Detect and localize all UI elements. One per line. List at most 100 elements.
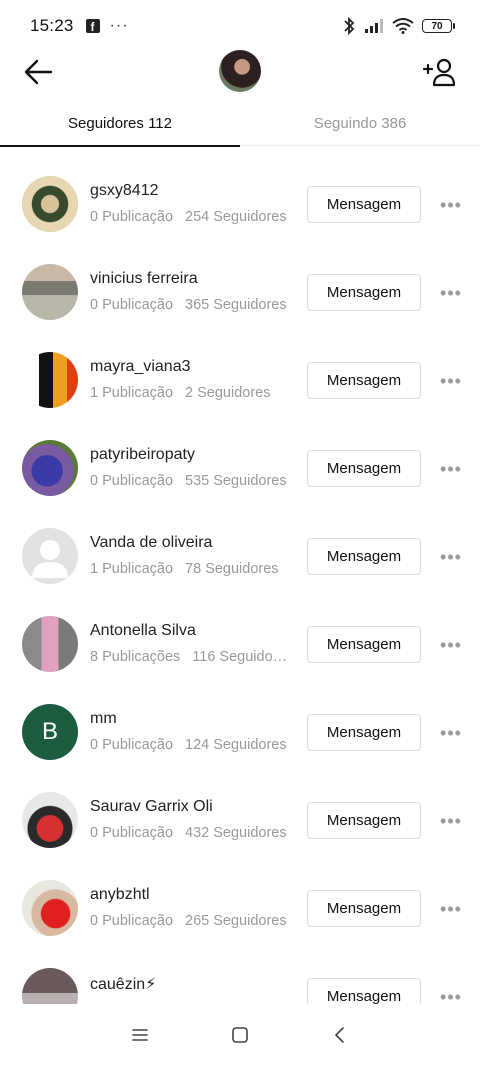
message-button[interactable]: Mensagem <box>307 890 421 927</box>
more-options-icon[interactable]: ••• <box>436 366 466 396</box>
post-count: 0 Publicação <box>90 825 174 841</box>
user-stats: 1 Publicação 2 Seguidores <box>90 385 290 401</box>
avatar[interactable] <box>22 616 78 672</box>
message-button[interactable]: Mensagem <box>307 626 421 663</box>
user-name[interactable]: Antonella Silva <box>90 622 196 640</box>
avatar[interactable] <box>22 792 78 848</box>
more-options-icon[interactable]: ••• <box>436 542 466 572</box>
follower-count: 2 Seguidores <box>185 385 271 401</box>
list-item[interactable]: patyribeiropaty 0 Publicação 535 Seguidor… <box>0 424 480 512</box>
message-button[interactable]: Mensagem <box>307 802 421 839</box>
message-button[interactable]: Mensagem <box>307 714 421 751</box>
user-name[interactable]: mayra_viana3 <box>90 358 191 376</box>
user-name[interactable]: mm <box>90 710 117 728</box>
arrow-left-icon <box>24 59 53 85</box>
more-notifications-icon: ··· <box>109 17 129 34</box>
more-options-icon[interactable]: ••• <box>436 190 466 220</box>
wifi-icon <box>392 18 414 34</box>
tabs: Seguidores 112 Seguindo 386 <box>0 100 480 147</box>
user-stats: 0 Publicação 265 Seguidores <box>90 913 290 929</box>
avatar[interactable] <box>22 352 78 408</box>
system-back-button[interactable] <box>318 1013 362 1057</box>
home-button[interactable] <box>218 1013 262 1057</box>
followers-list[interactable]: gsxy8412 0 Publicação 254 Seguidores Mens… <box>0 160 480 1004</box>
tab-followers[interactable]: Seguidores 112 <box>0 100 240 147</box>
follower-count: 254 Seguidores <box>185 209 287 225</box>
profile-avatar[interactable] <box>219 50 261 92</box>
header <box>0 44 480 100</box>
follower-count: 116 Seguidores <box>192 649 290 665</box>
list-item[interactable]: anybzhtl 0 Publicação 265 Seguidores Mens… <box>0 864 480 952</box>
list-item[interactable]: gsxy8412 0 Publicação 254 Seguidores Mens… <box>0 160 480 248</box>
follower-count: 365 Seguidores <box>185 297 287 313</box>
post-count: 0 Publicação <box>90 209 174 225</box>
post-count: 0 Publicação <box>90 473 174 489</box>
follower-count: 432 Seguidores <box>185 825 287 841</box>
more-options-icon[interactable]: ••• <box>436 894 466 924</box>
follower-count: 78 Seguidores <box>185 561 279 577</box>
recent-apps-button[interactable] <box>118 1013 162 1057</box>
user-name[interactable]: gsxy8412 <box>90 182 159 200</box>
status-icons: 70 <box>342 16 455 36</box>
user-stats: 0 Publicação 432 Seguidores <box>90 825 290 841</box>
list-item[interactable]: Saurav Garrix Oli 0 Publicação 432 Seguid… <box>0 776 480 864</box>
user-name[interactable]: patyribeiropaty <box>90 446 195 464</box>
avatar[interactable] <box>22 264 78 320</box>
user-name[interactable]: vinicius ferreira <box>90 270 198 288</box>
post-count: 0 Publicação <box>90 737 174 753</box>
list-item[interactable]: B mm 0 Publicação 124 Seguidores Mensagem… <box>0 688 480 776</box>
user-name[interactable]: cauêzin⚡ <box>90 974 156 994</box>
more-options-icon[interactable]: ••• <box>436 454 466 484</box>
message-button[interactable]: Mensagem <box>307 274 421 311</box>
menu-icon <box>132 1029 148 1041</box>
avatar[interactable] <box>22 880 78 936</box>
user-name[interactable]: Vanda de oliveira <box>90 534 212 552</box>
user-stats: 0 Publicação 124 Seguidores <box>90 737 290 753</box>
follower-count: 265 Seguidores <box>185 913 287 929</box>
battery-icon: 70 <box>422 19 455 33</box>
avatar[interactable] <box>22 968 78 1004</box>
more-options-icon[interactable]: ••• <box>436 718 466 748</box>
tab-following[interactable]: Seguindo 386 <box>240 100 480 146</box>
user-stats: 0 Publicação 254 Seguidores <box>90 209 290 225</box>
add-user-button[interactable] <box>420 52 460 92</box>
user-name[interactable]: Saurav Garrix Oli <box>90 798 213 816</box>
avatar[interactable] <box>22 176 78 232</box>
message-button[interactable]: Mensagem <box>307 362 421 399</box>
user-name[interactable]: anybzhtl <box>90 886 150 904</box>
message-button[interactable]: Mensagem <box>307 538 421 575</box>
user-stats: 0 Publicação 365 Seguidores <box>90 297 290 313</box>
post-count: 0 Publicação <box>90 297 174 313</box>
follower-count: 535 Seguidores <box>185 473 287 489</box>
back-button[interactable] <box>18 52 58 92</box>
system-nav-bar <box>0 1004 480 1066</box>
post-count: 8 Publicações <box>90 649 181 665</box>
more-options-icon[interactable]: ••• <box>436 806 466 836</box>
more-options-icon[interactable]: ••• <box>436 630 466 660</box>
list-item[interactable]: cauêzin⚡ Mensagem ••• <box>0 952 480 1004</box>
list-item[interactable]: Antonella Silva 8 Publicações 116 Seguido… <box>0 600 480 688</box>
bluetooth-icon <box>344 16 355 36</box>
list-item[interactable]: Vanda de oliveira 1 Publicação 78 Seguido… <box>0 512 480 600</box>
follower-count: 124 Seguidores <box>185 737 287 753</box>
post-count: 1 Publicação <box>90 561 174 577</box>
status-time: 15:23 <box>30 16 74 35</box>
user-stats: 1 Publicação 78 Seguidores <box>90 561 290 577</box>
message-button[interactable]: Mensagem <box>307 450 421 487</box>
list-item[interactable]: mayra_viana3 1 Publicação 2 Seguidores Me… <box>0 336 480 424</box>
list-item[interactable]: vinicius ferreira 0 Publicação 365 Seguid… <box>0 248 480 336</box>
post-count: 0 Publicação <box>90 913 174 929</box>
post-count: 1 Publicação <box>90 385 174 401</box>
more-options-icon[interactable]: ••• <box>436 278 466 308</box>
avatar[interactable] <box>22 440 78 496</box>
default-avatar-icon[interactable] <box>22 528 78 584</box>
add-user-icon <box>423 58 456 87</box>
avatar[interactable]: B <box>22 704 78 760</box>
message-button[interactable]: Mensagem <box>307 186 421 223</box>
back-chevron-icon <box>335 1027 344 1043</box>
signal-icon <box>365 19 383 33</box>
facebook-notification-icon: f <box>85 19 100 33</box>
message-button[interactable]: Mensagem <box>307 978 421 1004</box>
more-options-icon[interactable]: ••• <box>436 982 466 1005</box>
user-stats: 0 Publicação 535 Seguidores <box>90 473 290 489</box>
